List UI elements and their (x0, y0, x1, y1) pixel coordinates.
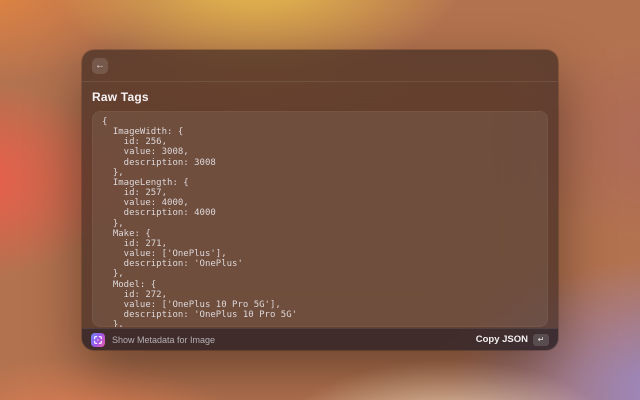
code-line: }, (102, 320, 538, 327)
raw-tags-code-block[interactable]: { ImageWidth: { id: 256, value: 3008, de… (92, 111, 548, 327)
metadata-extension-icon (91, 333, 105, 347)
code-line: }, (102, 168, 538, 178)
code-line: id: 271, (102, 239, 538, 249)
code-lines: { ImageWidth: { id: 256, value: 3008, de… (102, 117, 538, 327)
title-row: Raw Tags (82, 82, 558, 111)
code-line: id: 256, (102, 137, 538, 147)
code-line: }, (102, 269, 538, 279)
footer-bar: Show Metadata for Image Copy JSON ↵ (82, 328, 558, 350)
code-line: value: ['OnePlus'], (102, 249, 538, 259)
code-line: value: 3008, (102, 147, 538, 157)
code-line: description: 'OnePlus 10 Pro 5G' (102, 310, 538, 320)
code-line: id: 272, (102, 290, 538, 300)
code-line: value: 4000, (102, 198, 538, 208)
copy-json-label: Copy JSON (476, 334, 528, 345)
code-line: description: 4000 (102, 208, 538, 218)
code-line: description: 3008 (102, 158, 538, 168)
raycast-window: ← Raw Tags { ImageWidth: { id: 256, valu… (82, 50, 558, 350)
code-line: { (102, 117, 538, 127)
command-name: Show Metadata for Image (112, 335, 469, 345)
code-line: Model: { (102, 280, 538, 290)
code-line: ImageLength: { (102, 178, 538, 188)
page-title: Raw Tags (92, 90, 548, 104)
enter-key-icon: ↵ (533, 334, 549, 346)
code-line: value: ['OnePlus 10 Pro 5G'], (102, 300, 538, 310)
code-line: Make: { (102, 229, 538, 239)
code-line: id: 257, (102, 188, 538, 198)
back-arrow-icon: ← (95, 61, 105, 71)
copy-json-button[interactable]: Copy JSON ↵ (476, 334, 549, 346)
code-line: ImageWidth: { (102, 127, 538, 137)
code-line: }, (102, 219, 538, 229)
back-button[interactable]: ← (92, 58, 108, 74)
window-header: ← (82, 50, 558, 82)
code-line: description: 'OnePlus' (102, 259, 538, 269)
